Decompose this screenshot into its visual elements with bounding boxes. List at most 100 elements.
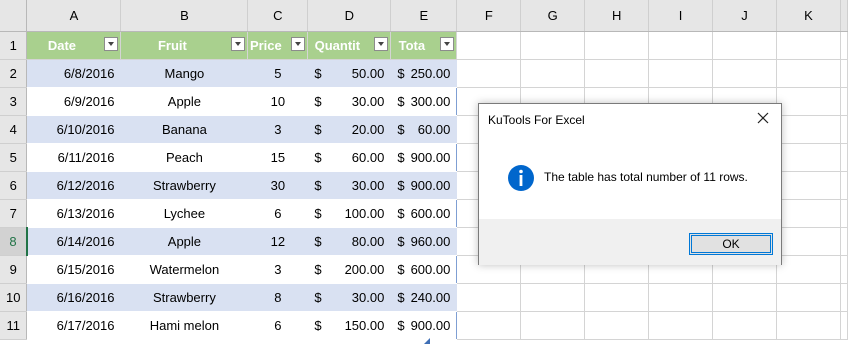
filter-dropdown-button[interactable] <box>440 36 455 51</box>
row-header-5[interactable]: 5 <box>0 143 28 172</box>
header-cell-quantity[interactable]: Quantit <box>307 31 392 60</box>
close-icon[interactable] <box>755 110 771 126</box>
cell[interactable] <box>456 283 522 312</box>
row-header-6[interactable]: 6 <box>0 171 28 200</box>
cell[interactable] <box>776 283 841 312</box>
cell-date[interactable]: 6/16/2016 <box>26 283 122 312</box>
cell-quantity[interactable]: $30.00 <box>307 171 392 200</box>
cell-fruit[interactable]: Apple <box>120 87 249 116</box>
row-header-8[interactable]: 8 <box>0 227 28 256</box>
cell[interactable] <box>776 87 841 116</box>
cell-fruit[interactable]: Apple <box>120 227 249 256</box>
cell-quantity[interactable]: $60.00 <box>307 143 392 172</box>
cell[interactable] <box>456 31 522 60</box>
cell-quantity[interactable]: $30.00 <box>307 87 392 116</box>
column-header-k[interactable]: K <box>776 0 841 32</box>
cell[interactable] <box>520 283 586 312</box>
cell-date[interactable]: 6/15/2016 <box>26 255 122 284</box>
cell-price[interactable]: 30 <box>247 171 309 200</box>
cell-quantity[interactable]: $50.00 <box>307 59 392 88</box>
cell-quantity[interactable]: $100.00 <box>307 199 392 228</box>
cell-date[interactable]: 6/11/2016 <box>26 143 122 172</box>
cell-total[interactable]: $300.00 <box>390 87 458 116</box>
cell-fruit[interactable]: Strawberry <box>120 171 249 200</box>
filter-dropdown-button[interactable] <box>291 36 306 51</box>
cell[interactable] <box>776 199 841 228</box>
row-header-3[interactable]: 3 <box>0 87 28 116</box>
cell-total[interactable]: $600.00 <box>390 199 458 228</box>
cell-total[interactable]: $600.00 <box>390 255 458 284</box>
cell[interactable] <box>648 283 714 312</box>
column-header-a[interactable]: A <box>26 0 122 32</box>
row-header-9[interactable]: 9 <box>0 255 28 284</box>
cell-total[interactable]: $60.00 <box>390 115 458 144</box>
column-header-j[interactable]: J <box>712 0 777 32</box>
cell-date[interactable]: 6/10/2016 <box>26 115 122 144</box>
cell-quantity[interactable]: $20.00 <box>307 115 392 144</box>
cell-total[interactable]: $900.00 <box>390 143 458 172</box>
cell-total[interactable]: $900.00 <box>390 171 458 200</box>
column-header-e[interactable]: E <box>390 0 458 32</box>
column-header-f[interactable]: F <box>456 0 522 32</box>
row-header-1[interactable]: 1 <box>0 31 28 60</box>
cell-price[interactable]: 6 <box>247 311 309 340</box>
cell-price[interactable]: 10 <box>247 87 309 116</box>
cell[interactable] <box>520 31 586 60</box>
cell-total[interactable]: $960.00 <box>390 227 458 256</box>
cell-date[interactable]: 6/9/2016 <box>26 87 122 116</box>
row-header-4[interactable]: 4 <box>0 115 28 144</box>
cell[interactable] <box>776 311 841 340</box>
column-header-g[interactable]: G <box>520 0 586 32</box>
column-header-c[interactable]: C <box>247 0 309 32</box>
cell-date[interactable]: 6/8/2016 <box>26 59 122 88</box>
cell-fruit[interactable]: Banana <box>120 115 249 144</box>
cell[interactable] <box>776 143 841 172</box>
cell[interactable] <box>584 31 650 60</box>
cell[interactable] <box>712 311 777 340</box>
cell[interactable] <box>584 283 650 312</box>
cell-price[interactable]: 12 <box>247 227 309 256</box>
cell[interactable] <box>712 59 777 88</box>
filter-dropdown-button[interactable] <box>374 36 389 51</box>
cell[interactable] <box>456 59 522 88</box>
cell[interactable] <box>776 255 841 284</box>
cell-fruit[interactable]: Strawberry <box>120 283 249 312</box>
cell[interactable] <box>776 227 841 256</box>
table-resize-handle-icon[interactable] <box>424 338 430 344</box>
cell[interactable] <box>776 31 841 60</box>
column-header-i[interactable]: I <box>648 0 714 32</box>
row-header-11[interactable]: 11 <box>0 311 28 340</box>
header-cell-total[interactable]: Tota <box>390 31 458 60</box>
cell[interactable] <box>584 311 650 340</box>
cell-date[interactable]: 6/12/2016 <box>26 171 122 200</box>
cell[interactable] <box>648 59 714 88</box>
header-cell-date[interactable]: Date <box>26 31 122 60</box>
cell[interactable] <box>776 59 841 88</box>
cell-price[interactable]: 15 <box>247 143 309 172</box>
cell-fruit[interactable]: Lychee <box>120 199 249 228</box>
cell-price[interactable]: 3 <box>247 115 309 144</box>
select-all-corner[interactable] <box>0 0 28 32</box>
cell[interactable] <box>776 171 841 200</box>
cell[interactable] <box>584 59 650 88</box>
cell-price[interactable]: 3 <box>247 255 309 284</box>
header-cell-price[interactable]: Price <box>247 31 309 60</box>
cell-fruit[interactable]: Peach <box>120 143 249 172</box>
column-header-h[interactable]: H <box>584 0 650 32</box>
cell[interactable] <box>520 311 586 340</box>
cell-fruit[interactable]: Mango <box>120 59 249 88</box>
cell-date[interactable]: 6/14/2016 <box>26 227 122 256</box>
cell-total[interactable]: $240.00 <box>390 283 458 312</box>
cell-price[interactable]: 5 <box>247 59 309 88</box>
header-cell-fruit[interactable]: Fruit <box>120 31 249 60</box>
cell-quantity[interactable]: $30.00 <box>307 283 392 312</box>
cell-price[interactable]: 8 <box>247 283 309 312</box>
row-header-2[interactable]: 2 <box>0 59 28 88</box>
cell[interactable] <box>456 311 522 340</box>
filter-dropdown-button[interactable] <box>104 36 119 51</box>
column-header-d[interactable]: D <box>307 0 392 32</box>
filter-dropdown-button[interactable] <box>231 36 246 51</box>
cell-price[interactable]: 6 <box>247 199 309 228</box>
cell[interactable] <box>776 115 841 144</box>
row-header-10[interactable]: 10 <box>0 283 28 312</box>
